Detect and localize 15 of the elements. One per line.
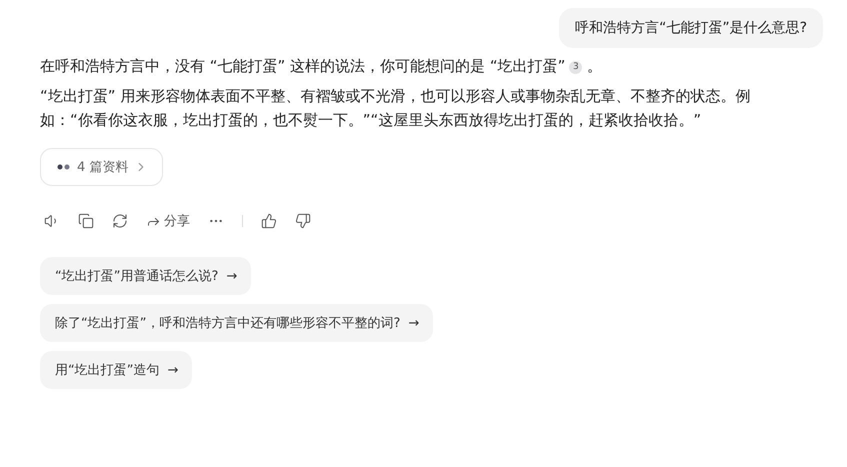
user-message: 呼和浩特方言“七能打蛋”是什么意思? — [559, 8, 823, 48]
suggestion-button[interactable]: 用“圪出打蛋”造句 → — [40, 351, 192, 389]
sources-button[interactable]: 4 篇资料 — [40, 148, 164, 186]
refresh-icon[interactable] — [112, 213, 128, 229]
thumbs-down-icon[interactable] — [295, 213, 311, 229]
copy-icon[interactable] — [78, 213, 94, 229]
thumbs-up-icon[interactable] — [261, 213, 277, 229]
source-logos-icon — [57, 163, 71, 171]
answer-text: 在呼和浩特方言中，没有 “七能打蛋” 这样的说法，你可能想问的是 “圪出打蛋” — [40, 57, 566, 75]
answer-text: “圪出打蛋” 用来形容物体表面不平整、有褶皱或不光滑，也可以形容人或事物杂乱无章、不整齐的状态。例如：“你看你这衣服，圪出打蛋的，也不熨一下。”“这屋里头东西放得圪出打蛋的，赶紧收拾收拾。” — [40, 87, 750, 129]
citation-badge[interactable]: 3 — [569, 60, 582, 74]
suggestion-button[interactable]: “圪出打蛋”用普通话怎么说? → — [40, 257, 252, 295]
share-button[interactable]: 分享 — [146, 212, 190, 230]
answer-text: 。 — [586, 57, 602, 75]
suggestion-button[interactable]: 除了“圪出打蛋”，呼和浩特方言中还有哪些形容不平整的词? → — [40, 304, 434, 342]
